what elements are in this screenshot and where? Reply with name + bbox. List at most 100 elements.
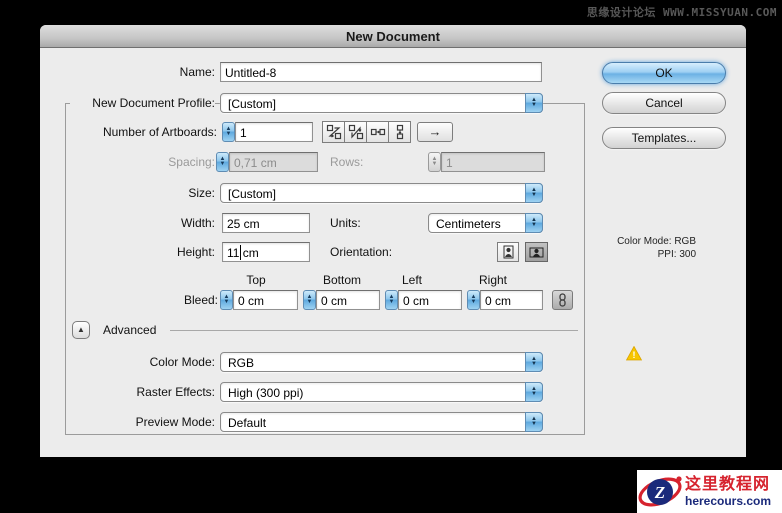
spacing-stepper[interactable]: ▲ ▼	[216, 152, 229, 172]
units-value: Centimeters	[436, 217, 501, 231]
profile-label: New Document Profile:	[70, 93, 215, 113]
logo-letter: Z	[654, 483, 665, 502]
z-logo-icon: Z	[638, 475, 682, 506]
ok-button[interactable]: OK	[602, 62, 726, 84]
bleed-bottom-header: Bottom	[322, 273, 362, 287]
layout-direction-button[interactable]: →	[417, 122, 453, 142]
units-label: Units:	[330, 216, 361, 230]
portrait-icon	[503, 245, 513, 259]
width-label: Width:	[180, 216, 215, 230]
height-input[interactable]: 11 cm	[222, 242, 310, 262]
dialog-title: New Document	[346, 29, 440, 44]
bleed-top-input[interactable]: 0 cm	[233, 290, 298, 310]
dialog-titlebar[interactable]: New Document	[40, 25, 746, 48]
advanced-label: Advanced	[103, 323, 157, 337]
site-logo: Z 这里教程网 herecours.com	[637, 470, 782, 513]
info-color-mode: Color Mode: RGB	[617, 236, 696, 247]
color-mode-value: RGB	[228, 356, 255, 370]
name-label: Name:	[179, 65, 215, 79]
bleed-right-stepper[interactable]: ▲ ▼	[467, 290, 480, 310]
svg-text:!: !	[633, 350, 636, 360]
logo-title: 这里教程网	[685, 475, 771, 493]
spacing-input: 0,71 cm	[229, 152, 318, 172]
width-input[interactable]: 25 cm	[222, 213, 310, 233]
right-arrow-icon: →	[428, 124, 442, 139]
size-value: [Custom]	[228, 187, 277, 201]
dropdown-stepper-icon: ▲ ▼	[525, 93, 543, 113]
templates-button-label: Templates...	[631, 131, 697, 145]
height-value: 11 cm	[227, 246, 259, 260]
artboards-stepper[interactable]: ▲ ▼	[222, 122, 235, 142]
name-input[interactable]: Untitled-8	[220, 62, 542, 82]
bleed-right-header: Right	[478, 273, 508, 287]
rows-value: 1	[446, 156, 453, 170]
dropdown-stepper-icon: ▲ ▼	[525, 382, 543, 402]
artboard-layout-buttons	[322, 121, 411, 143]
rows-stepper: ▲ ▼	[428, 152, 441, 172]
text-cursor	[240, 245, 241, 260]
height-label: Height:	[176, 245, 215, 259]
ok-button-label: OK	[655, 66, 673, 80]
logo-text: 这里教程网 herecours.com	[685, 476, 771, 508]
profile-dropdown[interactable]: [Custom] ▲ ▼	[220, 93, 543, 113]
new-document-dialog: New Document Name: Untitled-8 New Docume…	[40, 25, 746, 457]
bleed-left-stepper[interactable]: ▲ ▼	[385, 290, 398, 310]
grid-by-row-button[interactable]	[322, 121, 345, 143]
grid-by-column-icon	[348, 124, 363, 140]
raster-effects-label: Raster Effects:	[136, 385, 215, 399]
dropdown-stepper-icon: ▲ ▼	[525, 213, 543, 233]
bleed-bottom-stepper[interactable]: ▲ ▼	[303, 290, 316, 310]
grid-by-column-button[interactable]	[344, 121, 367, 143]
preview-mode-label: Preview Mode:	[135, 415, 215, 429]
templates-button[interactable]: Templates...	[602, 127, 726, 149]
color-mode-label: Color Mode:	[149, 355, 215, 369]
advanced-disclosure-button[interactable]: ▲	[72, 321, 90, 339]
preview-mode-dropdown[interactable]: Default ▲ ▼	[220, 412, 543, 432]
raster-effects-dropdown[interactable]: High (300 ppi) ▲ ▼	[220, 382, 543, 402]
bleed-right-value: 0 cm	[485, 294, 512, 308]
chain-link-icon	[559, 293, 566, 307]
dropdown-stepper-icon: ▲ ▼	[525, 412, 543, 432]
bleed-bottom-value: 0 cm	[321, 294, 348, 308]
orientation-portrait-button[interactable]	[497, 242, 519, 262]
arrange-by-column-icon	[396, 124, 403, 140]
arrange-by-row-button[interactable]	[366, 121, 389, 143]
bleed-link-button[interactable]	[552, 290, 573, 310]
triangle-up-icon: ▲	[77, 325, 85, 334]
bleed-right-input[interactable]: 0 cm	[480, 290, 543, 310]
cancel-button[interactable]: Cancel	[602, 92, 726, 114]
preview-mode-value: Default	[228, 416, 267, 430]
bleed-left-input[interactable]: 0 cm	[398, 290, 462, 310]
bleed-top-header: Top	[246, 273, 266, 287]
orientation-label: Orientation:	[330, 245, 393, 259]
artboards-label: Number of Artboards:	[102, 125, 217, 139]
profile-value: [Custom]	[228, 97, 277, 111]
grid-by-row-icon	[326, 124, 341, 140]
width-value: 25 cm	[227, 217, 260, 231]
artboards-value: 1	[240, 126, 247, 140]
artboards-input[interactable]: 1	[235, 122, 313, 142]
bleed-top-stepper[interactable]: ▲ ▼	[220, 290, 233, 310]
name-value: Untitled-8	[225, 66, 277, 80]
spacing-value: 0,71 cm	[234, 156, 277, 170]
arrange-by-column-button[interactable]	[388, 121, 411, 143]
site-watermark: 思缘设计论坛 WWW.MISSYUAN.COM	[586, 6, 777, 19]
bleed-left-value: 0 cm	[403, 294, 430, 308]
info-ppi: PPI: 300	[657, 249, 696, 260]
bleed-top-value: 0 cm	[238, 294, 265, 308]
rows-label: Rows:	[330, 155, 364, 169]
raster-effects-value: High (300 ppi)	[228, 386, 304, 400]
bleed-left-header: Left	[401, 273, 423, 287]
size-dropdown[interactable]: [Custom] ▲ ▼	[220, 183, 543, 203]
units-dropdown[interactable]: Centimeters ▲ ▼	[428, 213, 543, 233]
arrange-by-row-icon	[370, 128, 385, 136]
bleed-label: Bleed:	[183, 293, 218, 307]
advanced-divider	[170, 330, 578, 331]
spacing-label: Spacing:	[168, 155, 215, 169]
color-mode-dropdown[interactable]: RGB ▲ ▼	[220, 352, 543, 372]
bleed-bottom-input[interactable]: 0 cm	[316, 290, 380, 310]
dropdown-stepper-icon: ▲ ▼	[525, 183, 543, 203]
logo-domain: herecours.com	[685, 493, 772, 508]
size-label: Size:	[188, 186, 215, 200]
warning-icon: !	[625, 345, 643, 366]
